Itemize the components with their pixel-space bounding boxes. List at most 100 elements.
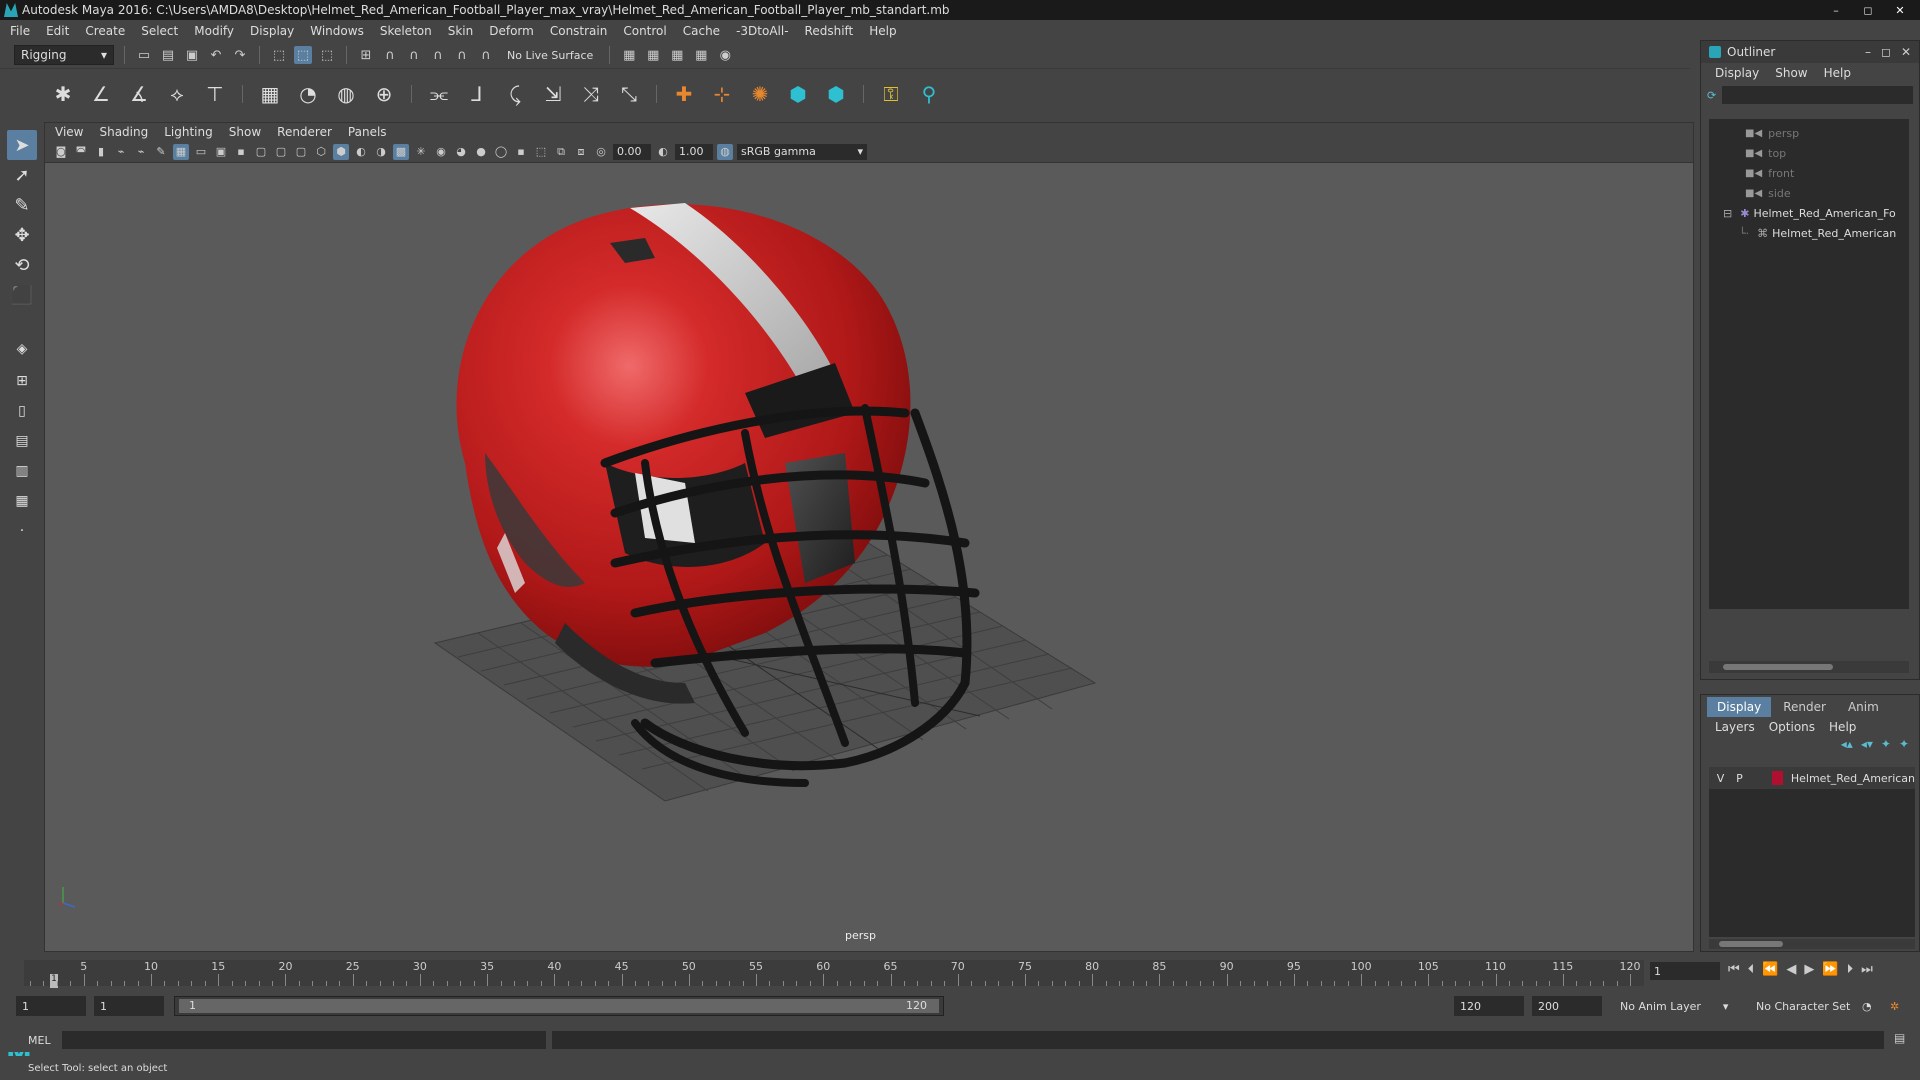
2d-pan-icon[interactable]: ⌁ bbox=[133, 144, 149, 160]
textured-icon[interactable]: ▩ bbox=[393, 143, 409, 160]
redo-icon[interactable]: ↷ bbox=[231, 46, 249, 64]
aim-constraint-icon[interactable]: ⊹ bbox=[707, 79, 737, 109]
ambient-occlusion-icon[interactable]: ◉ bbox=[433, 144, 449, 160]
menu-skeleton[interactable]: Skeleton bbox=[380, 24, 432, 38]
vp-menu-panels[interactable]: Panels bbox=[348, 125, 387, 139]
rotate-tool-icon[interactable]: ⟲ bbox=[7, 250, 37, 280]
outliner-minimize-button[interactable]: – bbox=[1865, 45, 1871, 59]
outliner-maximize-button[interactable]: ◻ bbox=[1881, 45, 1891, 59]
outliner-menu-show[interactable]: Show bbox=[1775, 66, 1807, 80]
view-transform-dropdown[interactable]: sRGB gamma ▾ bbox=[737, 143, 867, 160]
select-component-icon[interactable]: ⬚ bbox=[318, 46, 336, 64]
tree-item-side[interactable]: ■◀ side bbox=[1709, 183, 1909, 203]
paint-weights-icon[interactable]: ⤹ bbox=[500, 79, 530, 109]
step-back-frame-icon[interactable]: ⏴ bbox=[1748, 962, 1755, 977]
menu-redshift[interactable]: Redshift bbox=[805, 24, 854, 38]
set-key-icon[interactable]: ⚿ bbox=[876, 79, 906, 109]
layer-visibility-toggle[interactable]: V bbox=[1715, 772, 1726, 785]
camera-select-icon[interactable]: ◙ bbox=[53, 144, 69, 160]
motion-blur-icon[interactable]: ◕ bbox=[453, 144, 469, 160]
step-back-key-icon[interactable]: ⏪ bbox=[1762, 962, 1778, 977]
layer-color-swatch[interactable] bbox=[1771, 771, 1783, 785]
tree-item-helmet-group[interactable]: ⊟ ✱ Helmet_Red_American_Fo bbox=[1709, 203, 1909, 223]
snap-live-icon[interactable]: ∩ bbox=[477, 46, 495, 64]
menu-3dtoall[interactable]: -3DtoAll- bbox=[736, 24, 788, 38]
persp-graph-layout-icon[interactable]: ▥ bbox=[7, 458, 37, 484]
vp-menu-shading[interactable]: Shading bbox=[99, 125, 148, 139]
film-gate-icon[interactable]: ▭ bbox=[193, 144, 209, 160]
refresh-icon[interactable]: ⟳ bbox=[1707, 89, 1716, 102]
persp-outliner-layout-icon[interactable]: ▤ bbox=[7, 428, 37, 454]
move-tool-icon[interactable]: ✥ bbox=[7, 220, 37, 250]
use-all-lights-icon[interactable]: ✳ bbox=[413, 144, 429, 160]
default-lighting-icon[interactable]: ◐ bbox=[353, 144, 369, 160]
new-layer-selected-icon[interactable]: ✦ bbox=[1899, 737, 1909, 757]
hik-icon[interactable]: ⬢ bbox=[783, 79, 813, 109]
time-slider[interactable]: 1 5 10 15 20 25 30 35 40 45 50 55 60 65 70 75 80 85 90 95 1… bbox=[0, 956, 1920, 990]
gate-mask-icon[interactable]: ▪ bbox=[233, 144, 249, 160]
select-hierarchy-icon[interactable]: ⬚ bbox=[270, 46, 288, 64]
bind-skin-icon[interactable]: ⫘ bbox=[424, 79, 454, 109]
ipr-render-icon[interactable]: ▦ bbox=[668, 46, 686, 64]
menu-deform[interactable]: Deform bbox=[489, 24, 534, 38]
current-frame-field[interactable]: 1 bbox=[1650, 962, 1720, 980]
gamma-field[interactable]: 1.00 bbox=[675, 143, 713, 160]
anti-aliasing-icon[interactable]: ● bbox=[473, 144, 489, 160]
menu-skin[interactable]: Skin bbox=[448, 24, 474, 38]
render-settings-icon[interactable]: ▦ bbox=[620, 46, 638, 64]
tab-render[interactable]: Render bbox=[1773, 697, 1836, 717]
smooth-shade-icon[interactable]: ⬢ bbox=[333, 143, 349, 160]
vp-menu-view[interactable]: View bbox=[55, 125, 83, 139]
hik-character-icon[interactable]: ⬢ bbox=[821, 79, 851, 109]
isolate-select-icon[interactable]: ▪ bbox=[513, 144, 529, 160]
mirror-joint-icon[interactable]: ⊤ bbox=[200, 79, 230, 109]
menu-modify[interactable]: Modify bbox=[194, 24, 234, 38]
snap-grid-icon[interactable]: ⊞ bbox=[357, 46, 375, 64]
depth-of-field-icon[interactable]: ◯ bbox=[493, 144, 509, 160]
minimize-button[interactable]: – bbox=[1822, 2, 1850, 18]
ik-handle-icon[interactable]: ∠ bbox=[86, 79, 116, 109]
scale-tool-icon[interactable]: ⬛ bbox=[7, 280, 37, 310]
layer-menu-layers[interactable]: Layers bbox=[1715, 720, 1755, 734]
live-surface-label[interactable]: No Live Surface bbox=[501, 49, 599, 62]
tree-item-persp[interactable]: ■◀ persp bbox=[1709, 123, 1909, 143]
safe-title-icon[interactable]: ▢ bbox=[293, 144, 309, 160]
snap-view-icon[interactable]: ∩ bbox=[429, 46, 447, 64]
sculpt-icon[interactable]: ⊕ bbox=[369, 79, 399, 109]
outliner-h-scrollbar[interactable] bbox=[1709, 661, 1909, 673]
bind-smooth-icon[interactable]: ⅃ bbox=[462, 79, 492, 109]
camera-attributes-icon[interactable]: ◚ bbox=[73, 144, 89, 160]
bookmark-icon[interactable]: ▮ bbox=[93, 144, 109, 160]
tab-display[interactable]: Display bbox=[1707, 697, 1772, 717]
safe-action-icon[interactable]: ▢ bbox=[273, 144, 289, 160]
menu-control[interactable]: Control bbox=[623, 24, 666, 38]
menu-select[interactable]: Select bbox=[141, 24, 178, 38]
character-set-dropdown[interactable]: No Character Set bbox=[1756, 996, 1866, 1016]
open-scene-icon[interactable]: ▤ bbox=[159, 46, 177, 64]
two-pane-layout-icon[interactable]: ▯ bbox=[7, 398, 37, 424]
outliner-menu-display[interactable]: Display bbox=[1715, 66, 1759, 80]
auto-key-icon[interactable]: ◔ bbox=[1862, 996, 1882, 1016]
layer-row[interactable]: V P Helmet_Red_American bbox=[1709, 767, 1915, 789]
move-layer-up-icon[interactable]: ◂▴ bbox=[1841, 737, 1853, 757]
command-language-label[interactable]: MEL bbox=[28, 1034, 51, 1047]
go-to-start-icon[interactable]: ⏮ bbox=[1728, 962, 1740, 977]
vp-menu-lighting[interactable]: Lighting bbox=[164, 125, 213, 139]
grease-pencil-icon[interactable]: ✎ bbox=[153, 144, 169, 160]
step-forward-key-icon[interactable]: ⏩ bbox=[1822, 962, 1838, 977]
playback-end-field[interactable]: 120 bbox=[1454, 996, 1524, 1016]
tree-item-front[interactable]: ■◀ front bbox=[1709, 163, 1909, 183]
layer-playback-toggle[interactable]: P bbox=[1734, 772, 1745, 785]
scale-joint-icon[interactable]: ⇲ bbox=[538, 79, 568, 109]
wrap-icon[interactable]: ◍ bbox=[331, 79, 361, 109]
snap-point-icon[interactable]: ∩ bbox=[405, 46, 423, 64]
joint-tool-icon[interactable]: ✱ bbox=[48, 79, 78, 109]
outliner-close-button[interactable]: ✕ bbox=[1901, 45, 1911, 59]
image-plane-icon[interactable]: ⌁ bbox=[113, 144, 129, 160]
animation-start-field[interactable]: 1 bbox=[16, 996, 86, 1016]
menu-file[interactable]: File bbox=[10, 24, 30, 38]
layer-menu-options[interactable]: Options bbox=[1769, 720, 1815, 734]
mirror-weights-icon[interactable]: ⤡ bbox=[614, 79, 644, 109]
xray-components-icon[interactable]: ⧈ bbox=[573, 144, 589, 160]
menu-help[interactable]: Help bbox=[869, 24, 896, 38]
